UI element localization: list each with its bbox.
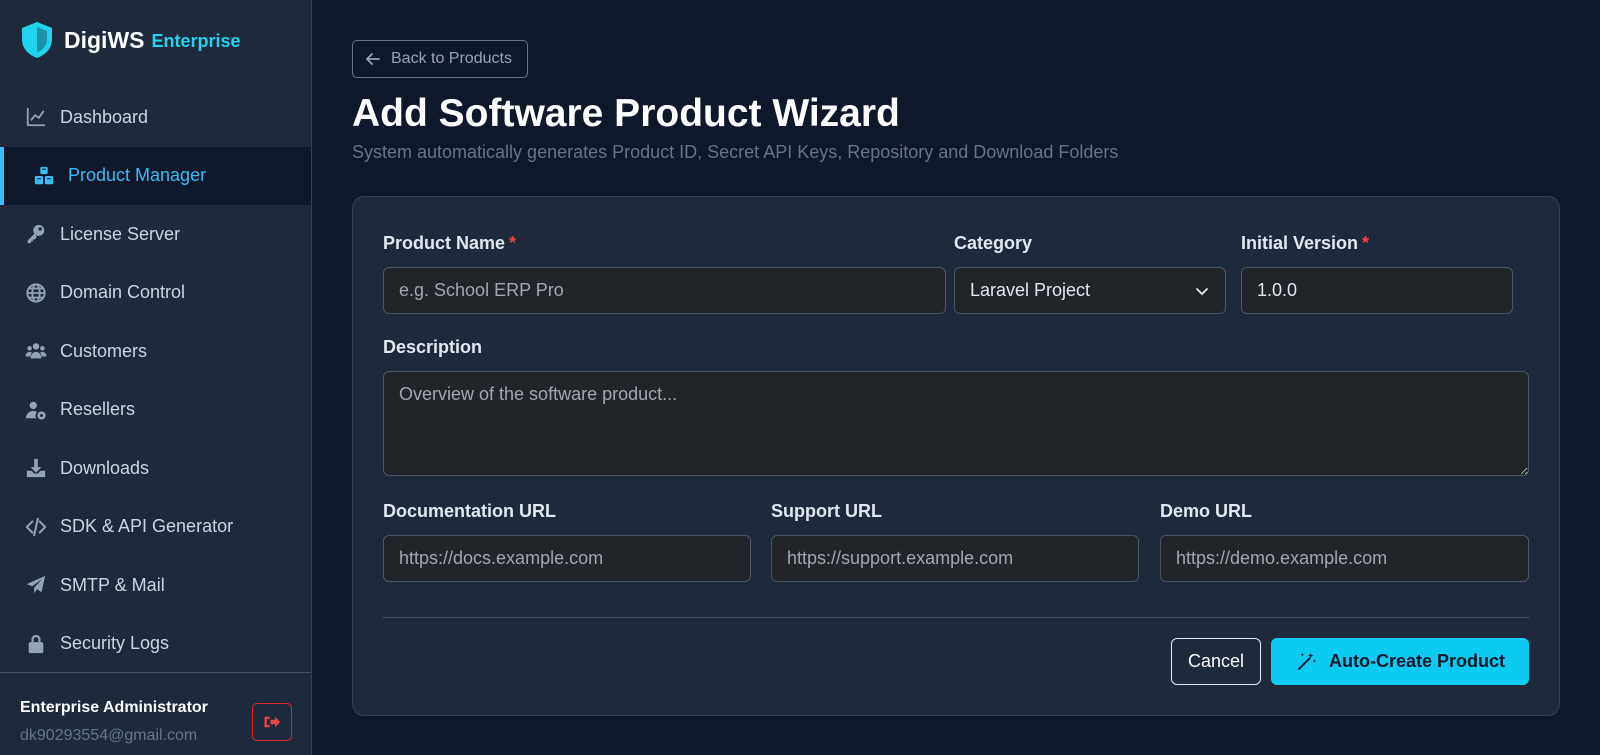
product-name-label-text: Product Name	[383, 233, 506, 253]
chart-line-icon	[24, 105, 48, 129]
sidebar-item-dashboard[interactable]: Dashboard	[0, 88, 311, 147]
initial-version-label: Initial Version *	[1241, 233, 1369, 254]
sidebar-item-label: Domain Control	[60, 282, 186, 303]
sidebar-item-label: Resellers	[60, 399, 136, 420]
auto-create-label: Auto-Create Product	[1328, 651, 1505, 671]
demo-url-input[interactable]	[1160, 535, 1529, 582]
logout-button[interactable]	[252, 703, 292, 741]
user-email: dk90293554@gmail.com	[20, 727, 198, 744]
support-url-input[interactable]	[771, 535, 1139, 582]
support-url-label: Support URL	[771, 501, 882, 521]
sidebar-item-label: Security Logs	[60, 633, 170, 654]
sidebar-item-smtp-mail[interactable]: SMTP & Mail	[0, 556, 311, 615]
auto-create-product-button[interactable]: Auto-Create Product	[1271, 638, 1529, 685]
page-subtitle: System automatically generates Product I…	[352, 142, 1119, 162]
sidebar-nav: Dashboard Product Manager License Server…	[0, 88, 311, 673]
required-mark: *	[1362, 233, 1370, 253]
user-panel: Enterprise Administrator dk90293554@gmai…	[0, 672, 311, 755]
category-label: Category	[954, 233, 1033, 253]
download-icon	[24, 456, 48, 480]
paper-plane-icon	[24, 573, 48, 597]
sidebar-item-label: Dashboard	[60, 106, 149, 127]
product-form-card: Product Name* Category Laravel Project I…	[352, 196, 1560, 716]
product-name-label: Product Name *	[383, 233, 516, 254]
demo-url-label: Demo URL	[1160, 501, 1253, 521]
form-divider	[383, 617, 1529, 618]
sidebar: DigiWS Enterprise Dashboard Product Mana…	[0, 0, 312, 755]
sidebar-item-license-server[interactable]: License Server	[0, 205, 311, 264]
globe-icon	[24, 281, 48, 305]
code-icon	[24, 515, 48, 539]
key-icon	[24, 222, 48, 246]
back-button-label: Back to Products	[391, 50, 512, 67]
shield-logo-icon	[20, 21, 54, 59]
user-gear-icon	[24, 398, 48, 422]
required-mark: *	[509, 233, 517, 253]
lock-icon	[24, 632, 48, 656]
product-name-input[interactable]	[383, 267, 946, 314]
back-to-products-button[interactable]: Back to Products	[352, 40, 528, 78]
sidebar-item-label: License Server	[60, 223, 181, 244]
documentation-url-label: Documentation URL	[383, 501, 556, 521]
logout-icon	[263, 713, 281, 731]
arrow-left-icon	[365, 51, 391, 67]
sidebar-item-resellers[interactable]: Resellers	[0, 381, 311, 440]
sidebar-item-label: Product Manager	[68, 165, 207, 186]
sidebar-item-domain-control[interactable]: Domain Control	[0, 264, 311, 323]
brand[interactable]: DigiWS Enterprise	[20, 20, 241, 60]
initial-version-input[interactable]	[1241, 267, 1513, 314]
sidebar-item-product-manager[interactable]: Product Manager	[0, 146, 311, 205]
sidebar-item-label: Downloads	[60, 457, 150, 478]
magic-wand-icon	[1295, 651, 1329, 673]
sidebar-item-sdk-api-generator[interactable]: SDK & API Generator	[0, 498, 311, 557]
cancel-button[interactable]: Cancel	[1171, 638, 1261, 685]
sidebar-item-customers[interactable]: Customers	[0, 322, 311, 381]
sidebar-item-label: SDK & API Generator	[60, 516, 234, 537]
sidebar-item-label: SMTP & Mail	[60, 574, 165, 595]
documentation-url-input[interactable]	[383, 535, 751, 582]
user-name: Enterprise Administrator	[20, 699, 208, 716]
page-title: Add Software Product Wizard	[352, 92, 900, 135]
category-select[interactable]: Laravel Project	[954, 267, 1226, 314]
sidebar-item-security-logs[interactable]: Security Logs	[0, 615, 311, 674]
users-icon	[24, 339, 48, 363]
sidebar-item-label: Customers	[60, 340, 148, 361]
cubes-icon	[32, 164, 56, 188]
category-selected-value: Laravel Project	[970, 280, 1091, 300]
brand-edition: Enterprise	[151, 31, 241, 51]
description-label: Description	[383, 337, 483, 357]
initial-version-label-text: Initial Version	[1241, 233, 1359, 253]
brand-name: DigiWS	[64, 26, 145, 53]
chevron-down-icon	[1194, 283, 1210, 299]
sidebar-item-downloads[interactable]: Downloads	[0, 439, 311, 498]
description-textarea[interactable]	[383, 371, 1529, 476]
